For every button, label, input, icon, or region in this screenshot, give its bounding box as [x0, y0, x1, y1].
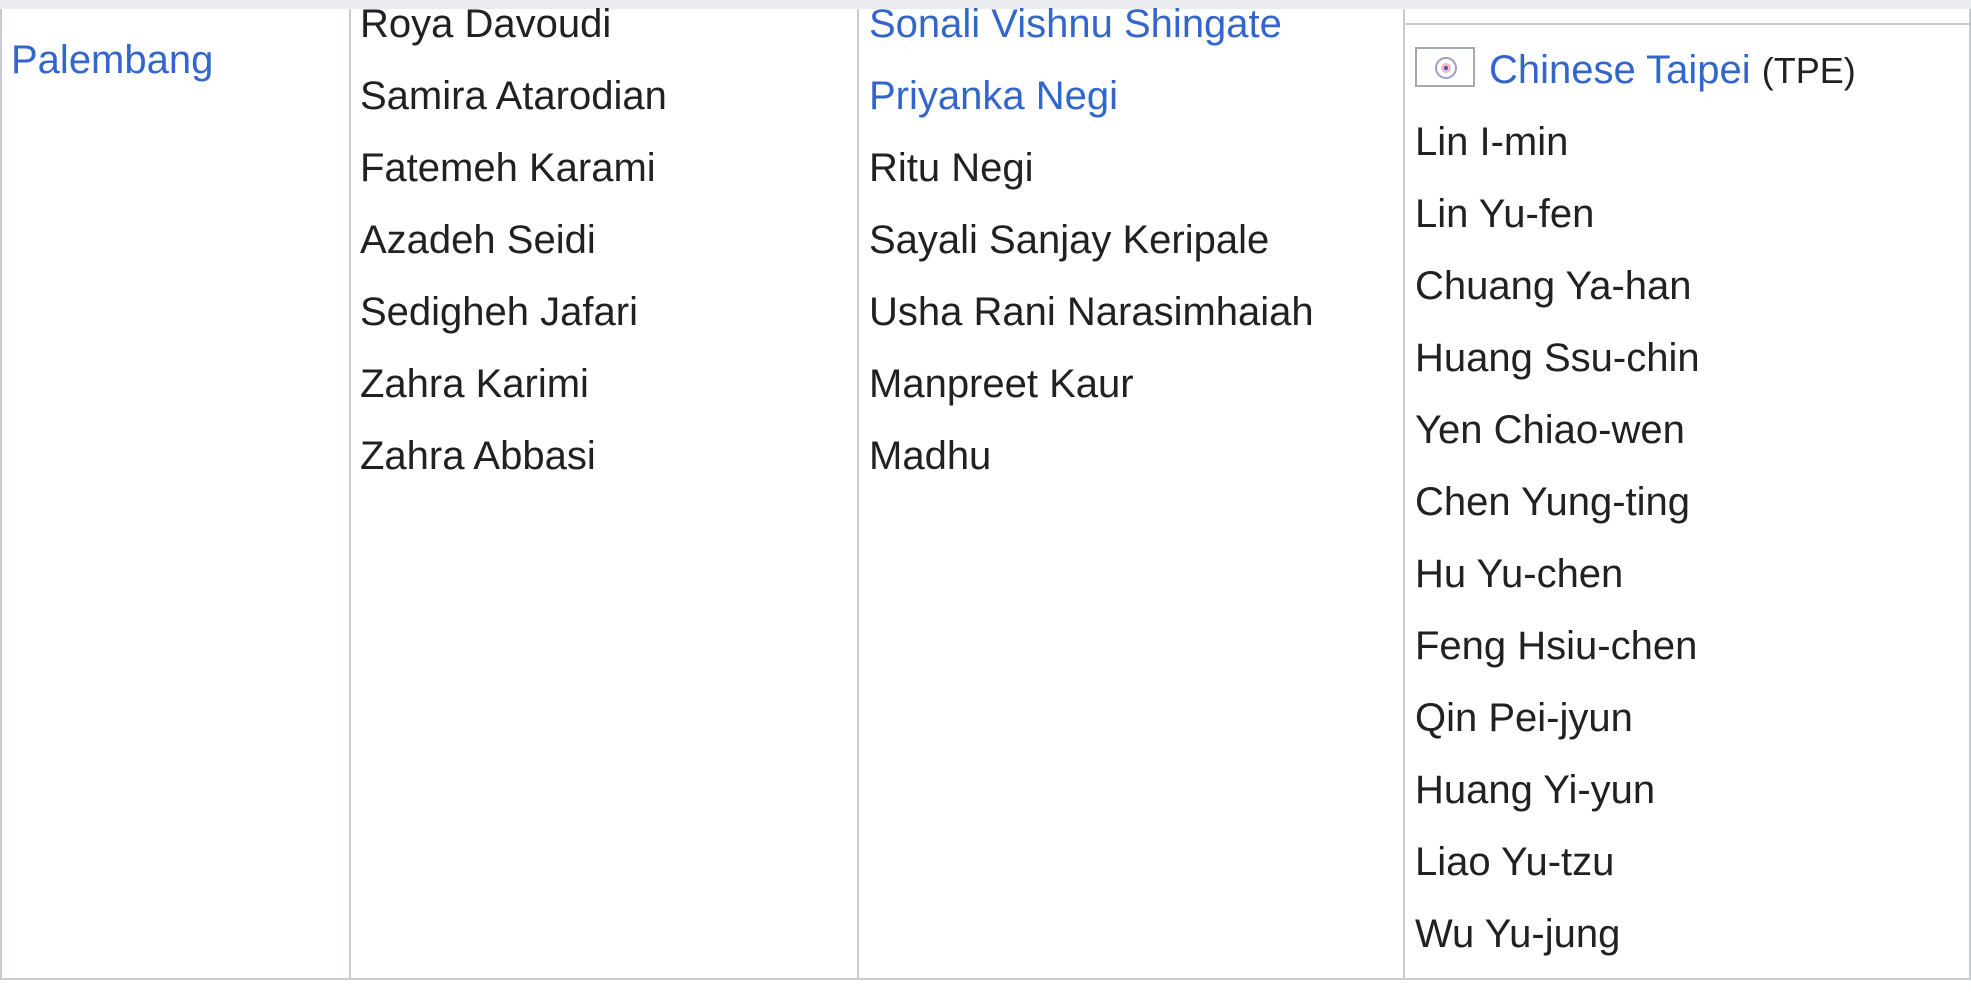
player-name: Manpreet Kaur: [869, 362, 1134, 406]
chinese-taipei-olympic-flag-icon: [1415, 47, 1475, 88]
player-name: Madhu: [869, 434, 992, 478]
player-name: Zahra Karimi: [360, 362, 589, 406]
player-name: Fatemeh Karami: [360, 146, 656, 190]
team-code: (TPE): [1761, 50, 1856, 91]
player-name: Sayali Sanjay Keripale: [869, 218, 1270, 262]
team-roster-iran: Roya Davoudi Samira Atarodian Fatemeh Kara…: [360, 0, 667, 492]
player-name: Azadeh Seidi: [360, 218, 596, 262]
medal-table-fragment: Palembang Roya Davoudi Samira Atarodian Fa…: [0, 0, 1971, 998]
player-name: Chuang Ya-han: [1415, 264, 1692, 308]
team-heading: Chinese Taipei (TPE): [1415, 34, 1856, 107]
team-link-chinese-taipei[interactable]: Chinese Taipei: [1489, 48, 1751, 92]
team-roster-india: Sonali Vishnu Shingate Priyanka Negi Ritu …: [869, 0, 1314, 492]
player-name: Roya Davoudi: [360, 2, 612, 46]
player-name: Samira Atarodian: [360, 74, 667, 118]
team-roster-chinese-taipei: Lin I-min Lin Yu-fen Chuang Ya-han Huang Ss…: [1415, 106, 1700, 970]
player-name: Lin I-min: [1415, 120, 1569, 164]
player-name: Liao Yu-tzu: [1415, 840, 1615, 884]
player-name: Huang Yi-yun: [1415, 768, 1656, 812]
player-name: Usha Rani Narasimhaiah: [869, 290, 1314, 334]
player-name: Hu Yu-chen: [1415, 552, 1624, 596]
player-name: Huang Ssu-chin: [1415, 336, 1700, 380]
player-name: Zahra Abbasi: [360, 434, 596, 478]
player-name: Wu Yu-jung: [1415, 912, 1621, 956]
player-name: Chen Yung-ting: [1415, 480, 1691, 524]
cell-border: [349, 9, 351, 978]
cell-border: [0, 9, 2, 978]
venue-link[interactable]: Palembang: [11, 24, 213, 96]
player-name: Lin Yu-fen: [1415, 192, 1595, 236]
player-name: Ritu Negi: [869, 146, 1034, 190]
cell-border: [1403, 9, 1405, 978]
player-name: Sedigheh Jafari: [360, 290, 638, 334]
player-name[interactable]: Priyanka Negi: [869, 60, 1314, 132]
cell-border: [857, 9, 859, 978]
player-name: Qin Pei-jyun: [1415, 696, 1633, 740]
player-name[interactable]: Sonali Vishnu Shingate: [869, 0, 1314, 60]
row-border: [0, 978, 1971, 980]
player-name: Feng Hsiu-chen: [1415, 624, 1698, 668]
player-name: Yen Chiao-wen: [1415, 408, 1685, 452]
row-border: [1405, 23, 1971, 25]
